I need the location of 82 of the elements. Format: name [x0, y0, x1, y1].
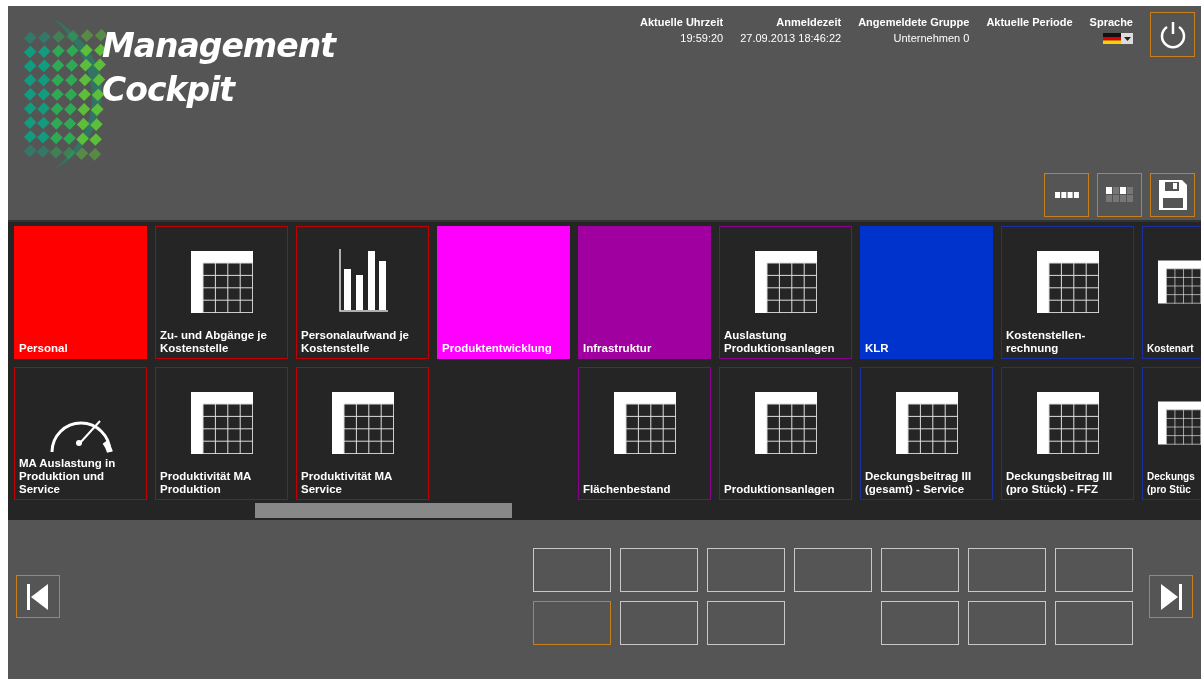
info-value: 27.09.2013 18:46:22 — [740, 31, 842, 46]
language-dropdown[interactable] — [1103, 33, 1133, 44]
tile-label: Produktivität MA Produktion — [160, 470, 252, 496]
next-button[interactable] — [1149, 575, 1193, 618]
page-thumbnail[interactable] — [707, 601, 785, 645]
dropdown-caret-icon — [1121, 33, 1133, 44]
info-label: Angemeldete Gruppe — [858, 15, 970, 29]
table-icon — [331, 392, 394, 454]
tile-label: Personalaufwand je Kostenstelle — [301, 329, 410, 355]
page-thumbnail[interactable] — [620, 548, 698, 592]
report-tile[interactable]: Personalaufwand je Kostenstelle — [296, 226, 429, 359]
tile-label: KLR — [865, 342, 889, 355]
grid-icon — [1105, 187, 1134, 203]
tile-label: Kostenart — [1147, 342, 1194, 355]
report-tile[interactable]: Deckungsbeitrag III (pro Stück) - FFZ — [1001, 367, 1134, 500]
page-thumbnail[interactable] — [533, 601, 611, 645]
info-label: Anmeldezeit — [776, 15, 842, 29]
report-tile[interactable]: Infrastruktur — [578, 226, 711, 359]
save-button[interactable] — [1150, 173, 1195, 217]
table-icon — [1036, 251, 1099, 313]
table-icon — [754, 392, 817, 454]
page-thumbnail[interactable] — [968, 548, 1046, 592]
info-value: 19:59:20 — [680, 31, 724, 46]
tile-label: Zu- und Abgänge je Kostenstelle — [160, 329, 268, 355]
page-thumbnail[interactable] — [620, 601, 698, 645]
skip-back-icon — [27, 583, 49, 610]
tile-label: Kostenstellen-rechnung — [1006, 329, 1087, 355]
report-tile[interactable]: Produktivität MA Produktion — [155, 367, 288, 500]
previous-button[interactable] — [16, 575, 60, 618]
scrollbar-thumb[interactable] — [255, 503, 512, 518]
tile-label: MA Auslastung in Produktion und Service — [19, 457, 117, 496]
german-flag-icon — [1103, 33, 1121, 44]
table-icon — [895, 392, 958, 454]
page-thumbnail[interactable] — [881, 601, 959, 645]
tile-label: Personal — [19, 342, 68, 355]
power-button[interactable] — [1150, 12, 1195, 57]
report-tile[interactable]: Kostenart — [1142, 226, 1201, 359]
report-tile[interactable]: Produktivität MA Service — [296, 367, 429, 500]
table-icon — [1036, 392, 1099, 454]
table-icon — [613, 392, 676, 454]
report-tile[interactable]: Auslastung Produktionsanlagen — [719, 226, 852, 359]
skip-forward-icon — [1160, 583, 1182, 610]
tile-label: Auslastung Produktionsanlagen — [724, 329, 836, 355]
table-icon — [190, 392, 253, 454]
page-thumbnail[interactable] — [533, 548, 611, 592]
grid-view-button[interactable] — [1097, 173, 1142, 217]
report-tile[interactable]: Deckungs (pro Stüc — [1142, 367, 1201, 500]
tile-label: Produktionsanlagen — [724, 483, 835, 496]
app-title: Cockpit — [102, 69, 237, 111]
tile-label: Produktentwicklung — [442, 342, 552, 355]
table-icon — [190, 251, 253, 313]
page-thumbnail[interactable] — [881, 548, 959, 592]
table-icon — [754, 251, 817, 313]
page-thumbnail[interactable] — [707, 548, 785, 592]
tile-label: Deckungsbeitrag III (gesamt) - Service — [865, 470, 973, 496]
info-label: Aktuelle Periode — [986, 15, 1073, 29]
report-tile[interactable]: KLR — [860, 226, 993, 359]
report-tile[interactable]: Deckungsbeitrag III (gesamt) - Service — [860, 367, 993, 500]
app-title: Management — [102, 25, 335, 67]
info-value: Unternehmen 0 — [893, 31, 970, 46]
page-thumbnail[interactable] — [1055, 548, 1133, 592]
report-tile[interactable]: Zu- und Abgänge je Kostenstelle — [155, 226, 288, 359]
report-tile[interactable]: Flächenbestand — [578, 367, 711, 500]
report-tile[interactable]: Kostenstellen-rechnung — [1001, 226, 1134, 359]
info-label: Aktuelle Uhrzeit — [640, 15, 724, 29]
list-view-button[interactable] — [1044, 173, 1089, 217]
info-label: Sprache — [1089, 15, 1133, 29]
report-tile[interactable]: Produktionsanlagen — [719, 367, 852, 500]
page-thumbnail[interactable] — [1055, 601, 1133, 645]
row-dots-icon — [1054, 192, 1079, 198]
page-thumbnail[interactable] — [794, 548, 872, 592]
report-tile[interactable]: Personal — [14, 226, 147, 359]
tile-label: Infrastruktur — [583, 342, 652, 355]
save-icon — [1158, 180, 1187, 210]
power-icon — [1159, 20, 1186, 49]
tile-label: Flächenbestand — [583, 483, 671, 496]
tile-label: Produktivität MA Service — [301, 470, 393, 496]
bar-chart-icon — [337, 249, 388, 313]
tile-label: Deckungsbeitrag III (pro Stück) - FFZ — [1006, 470, 1114, 496]
tile-label: Deckungs (pro Stüc — [1147, 470, 1196, 496]
page-thumbnail[interactable] — [968, 601, 1046, 645]
report-tile[interactable]: MA Auslastung in Produktion und Service — [14, 367, 147, 500]
